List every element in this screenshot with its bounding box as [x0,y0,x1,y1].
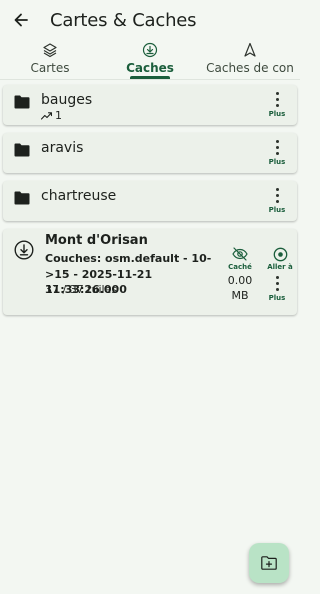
layers-icon [42,42,58,58]
folder-name: bauges [41,92,93,108]
hide-button[interactable]: Caché [225,247,255,271]
folder-name: aravis [41,140,84,156]
tab-caches-de-con[interactable]: Caches de con [200,40,300,79]
tab-caches[interactable]: Caches [100,40,200,79]
more-button[interactable]: Plus [263,274,291,302]
new-folder-icon [261,556,277,570]
more-button[interactable]: Plus [263,186,291,214]
folder-name: chartreuse [41,188,117,204]
folder-icon [14,143,30,157]
new-folder-button[interactable] [249,543,289,583]
target-icon [273,247,287,262]
more-label: Plus [268,110,286,118]
more-label: Plus [268,158,286,166]
cache-name: Mont d'Orisan [45,233,148,248]
cache-list: bauges 1 Plus aravis Plus chartreuse Plu… [0,80,300,328]
tab-cartes[interactable]: Cartes [0,40,100,79]
folder-count: 1 [55,109,62,122]
page-title: Cartes & Caches [50,9,197,31]
cache-size-unit: MB [231,289,249,302]
more-label: Plus [268,206,286,214]
more-vert-icon [275,274,279,291]
hide-label: Caché [228,263,252,271]
arrow-left-icon [14,13,28,27]
more-vert-icon [275,90,279,107]
trend-icon [41,111,52,120]
more-label: Plus [268,294,286,302]
more-button[interactable]: Plus [263,90,291,118]
eye-off-icon [232,247,248,261]
cache-tiles: 37 / 37 tuiles [45,283,118,296]
download-circle-icon [14,240,34,260]
more-vert-icon [275,138,279,155]
app-bar: Cartes & Caches [0,0,300,40]
cache-size: 0.00 MB [225,273,255,303]
tab-label: Cartes [30,61,70,75]
more-button[interactable]: Plus [263,138,291,166]
tab-bar: Cartes Caches Caches de con [0,40,300,80]
navigation-arrow-icon [242,42,258,58]
goto-label: Aller à [267,263,293,271]
cache-item[interactable]: Mont d'Orisan Couches: osm.default - 10-… [3,229,297,315]
folder-item[interactable]: chartreuse Plus [3,181,297,221]
more-vert-icon [275,186,279,203]
folder-item[interactable]: bauges 1 Plus [3,85,297,125]
goto-button[interactable]: Aller à [265,247,295,271]
tab-label: Caches de con [206,61,294,75]
cache-size-value: 0.00 [227,274,253,287]
tab-label: Caches [126,61,174,75]
back-button[interactable] [12,11,30,29]
folder-item[interactable]: aravis Plus [3,133,297,173]
folder-icon [14,95,30,109]
folder-icon [14,191,30,205]
folder-info: 1 [41,109,62,122]
download-circle-icon [142,42,158,58]
